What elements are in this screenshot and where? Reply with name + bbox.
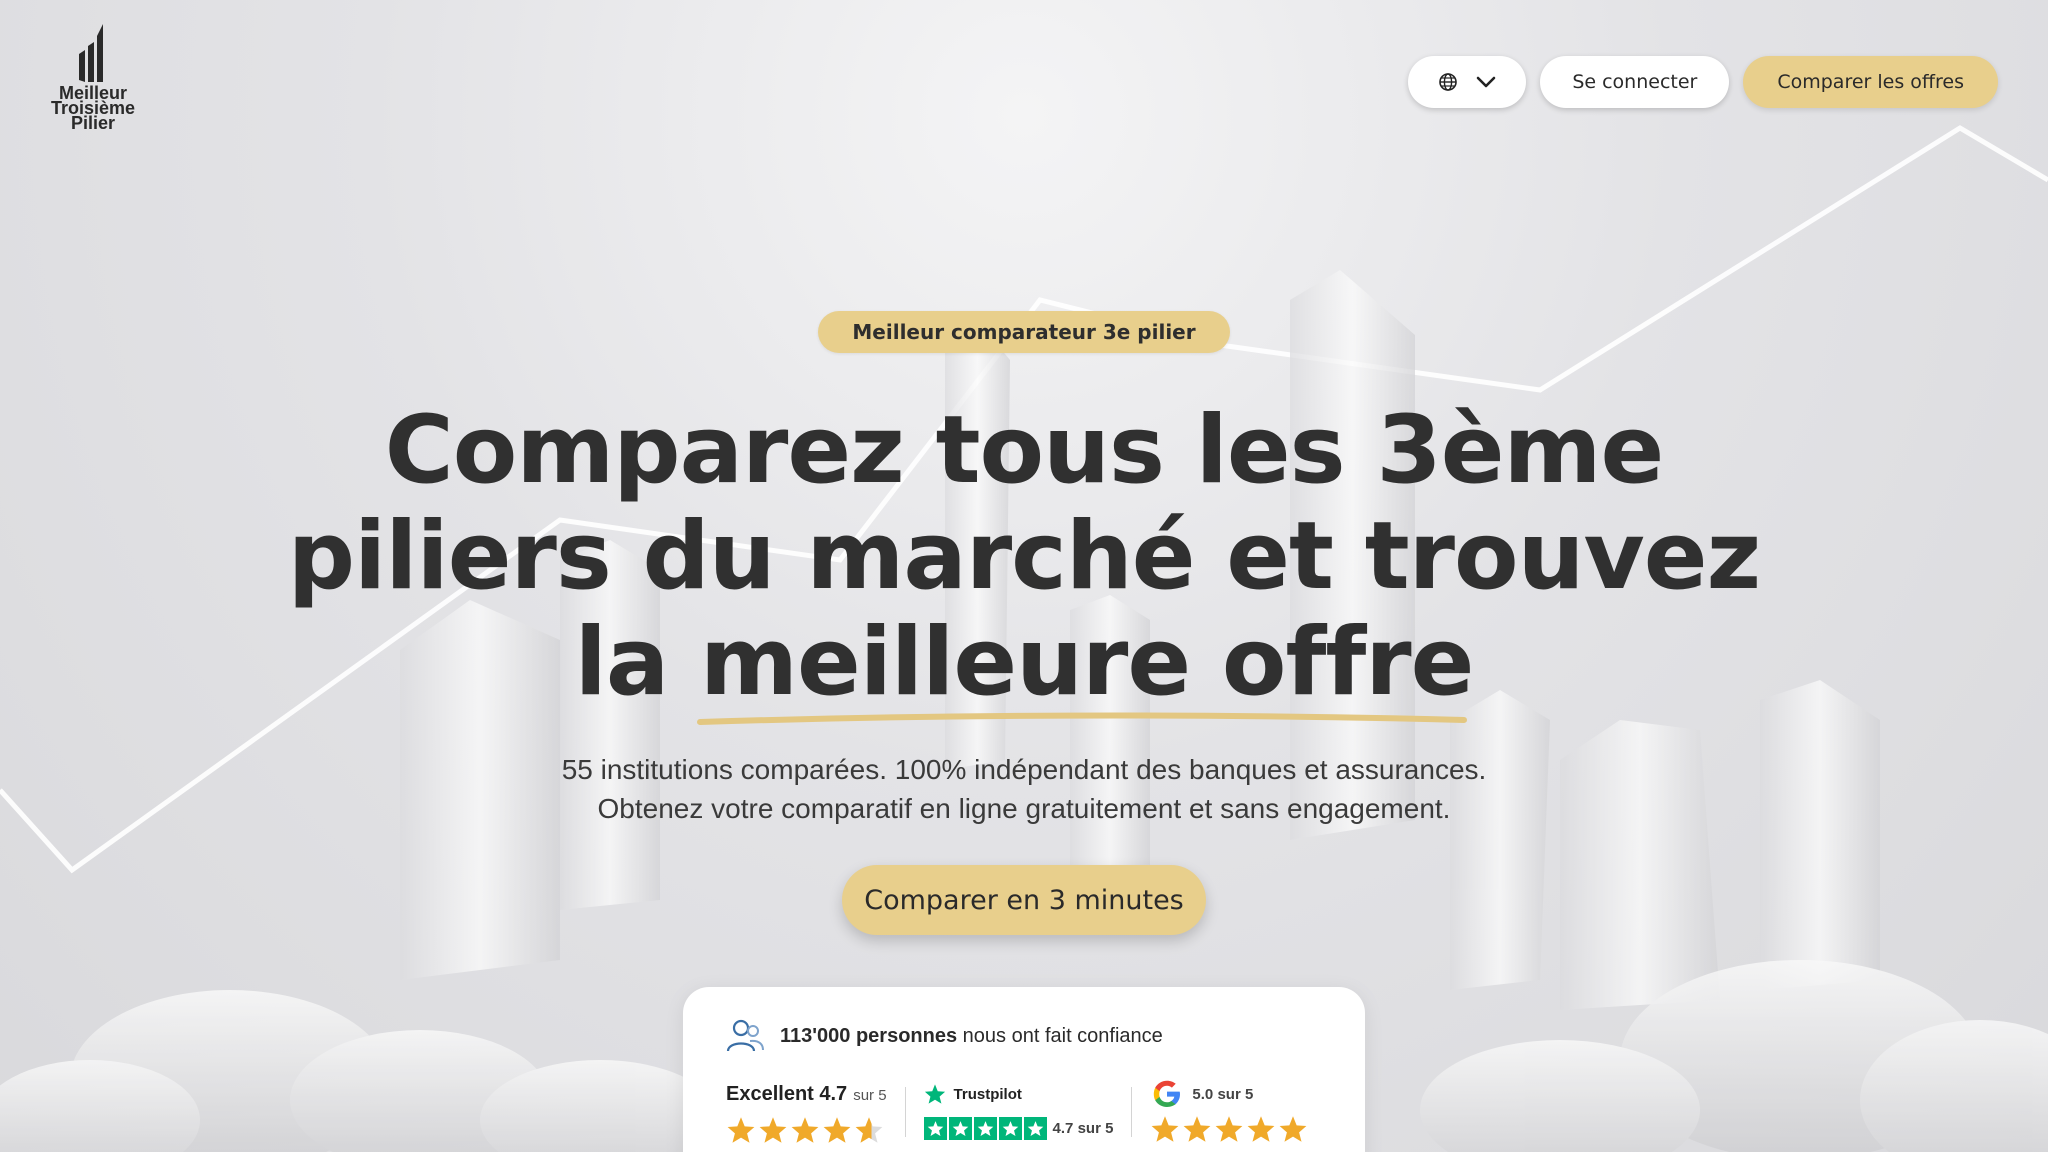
language-selector[interactable] [1408, 56, 1527, 108]
headline-underline [697, 712, 1467, 725]
star-icon [1280, 1116, 1307, 1142]
overall-rating-suffix: sur 5 [853, 1087, 887, 1104]
ratings-divider [904, 1087, 906, 1137]
star-icon [727, 1117, 755, 1143]
trustpilot-star-icon [973, 1117, 997, 1140]
globe-icon [1439, 73, 1458, 91]
headline-line-3: la meilleure offre [574, 608, 1475, 717]
compare-offers-button[interactable]: Comparer les offres [1743, 56, 1998, 108]
trustpilot-star-icon [1023, 1117, 1047, 1140]
trust-count: 113'000 personnes nous ont fait confianc… [726, 1019, 1163, 1053]
logo-mark-icon [79, 24, 103, 82]
overall-stars [726, 1116, 887, 1144]
top-navigation: Se connecter Comparer les offres [1408, 56, 1998, 108]
brand-logo[interactable]: Meilleur Troisième Pilier [48, 24, 138, 133]
star-half-icon [855, 1117, 883, 1143]
subtitle-line-1: 55 institutions comparées. 100% indépend… [561, 754, 1487, 785]
login-button[interactable]: Se connecter [1540, 56, 1730, 108]
star-icon [1216, 1116, 1243, 1142]
star-icon [759, 1117, 787, 1143]
chevron-down-icon [1477, 76, 1496, 88]
headline-line-1: Comparez tous les 3ème [384, 396, 1664, 505]
trustpilot-star-icon [924, 1084, 945, 1104]
star-icon [1152, 1116, 1179, 1142]
star-icon [791, 1117, 819, 1143]
hero-badge: Meilleur comparateur 3e pilier [818, 311, 1230, 353]
trust-card: 113'000 personnes nous ont fait confianc… [683, 987, 1365, 1152]
headline-line-2: piliers du marché et trouvez [287, 502, 1761, 611]
trustpilot-star-icon [923, 1117, 947, 1140]
trustpilot-label: Trustpilot [953, 1085, 1022, 1103]
star-icon [1184, 1116, 1211, 1142]
trust-count-value: 113'000 personnes [780, 1024, 958, 1047]
compare-3-minutes-button[interactable]: Comparer en 3 minutes [842, 865, 1206, 935]
hero-headline: Comparez tous les 3ème piliers du marché… [224, 398, 1824, 716]
google-rating[interactable]: 5.0 sur 5 [1150, 1080, 1308, 1143]
subtitle-line-2: Obtenez votre comparatif en ligne gratui… [597, 793, 1451, 824]
hero-subtitle: 55 institutions comparées. 100% indépend… [324, 750, 1724, 828]
ratings-row: Excellent 4.7 sur 5 Trustpilot 4.7 sur 5… [726, 1080, 1308, 1144]
google-score: 5.0 sur 5 [1192, 1085, 1254, 1103]
google-stars [1150, 1115, 1308, 1143]
star-icon [1248, 1116, 1275, 1142]
trustpilot-star-icon [998, 1117, 1022, 1140]
overall-rating: Excellent 4.7 sur 5 [726, 1083, 887, 1144]
logo-line-3: Pilier [70, 113, 115, 133]
star-icon [823, 1117, 851, 1143]
users-icon [726, 1019, 764, 1052]
trustpilot-stars: 4.7 sur 5 [923, 1117, 1114, 1140]
google-icon [1154, 1080, 1181, 1107]
trustpilot-rating[interactable]: Trustpilot 4.7 sur 5 [923, 1083, 1114, 1140]
overall-rating-label: Excellent 4.7 [726, 1083, 848, 1105]
trustpilot-score: 4.7 sur 5 [1052, 1120, 1114, 1137]
trustpilot-star-icon [948, 1117, 972, 1140]
ratings-divider [1131, 1087, 1133, 1137]
trust-count-suffix: nous ont fait confiance [962, 1024, 1163, 1047]
